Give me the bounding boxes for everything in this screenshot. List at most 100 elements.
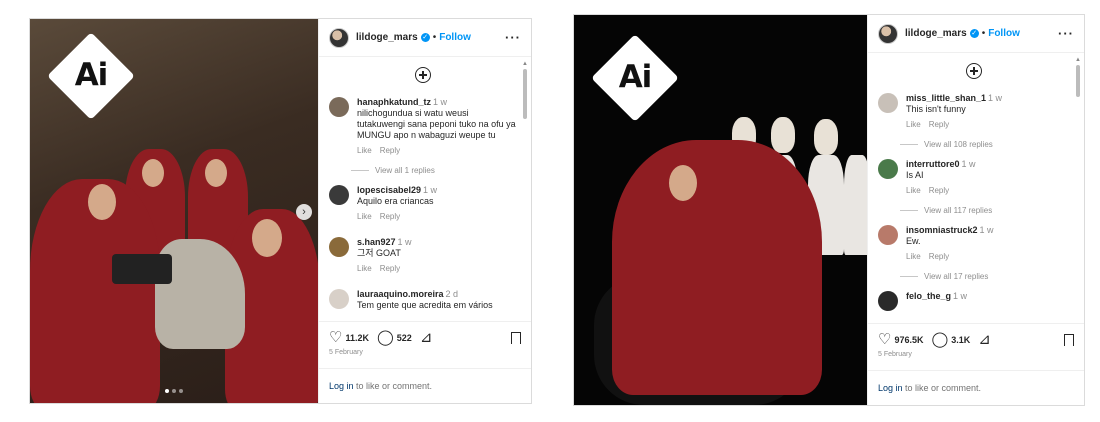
view-replies-button[interactable]: View all 1 replies <box>351 166 517 175</box>
view-replies-button[interactable]: View all 117 replies <box>900 206 1070 215</box>
like-comment-button[interactable]: Like <box>906 252 921 261</box>
comment-time: 1 w <box>961 159 976 169</box>
comment-text: Tem gente que acredita em vários <box>357 300 493 310</box>
next-image-button[interactable]: › <box>296 204 312 220</box>
share-icon[interactable]: ⊿ <box>978 332 991 347</box>
comment-time: 1 w <box>979 225 994 235</box>
reply-button[interactable]: Reply <box>929 252 949 261</box>
login-link[interactable]: Log in <box>329 381 354 391</box>
comment-item: felo_the_g 1 w <box>878 291 1070 311</box>
separator-dot: • <box>432 32 437 43</box>
like-comment-button[interactable]: Like <box>357 146 372 155</box>
comment-text: Is AI <box>906 170 924 180</box>
post-footer: ♡ 11.2K ◯ 522 ⊿ 5 February Log in to lik… <box>319 321 531 403</box>
comment-username[interactable]: insomniastruck2 <box>906 225 978 235</box>
comment-avatar[interactable] <box>329 289 349 309</box>
comment-text: This isn't funny <box>906 104 966 114</box>
scroll-thumb[interactable] <box>1076 65 1080 97</box>
like-count: 976.5K <box>894 334 924 345</box>
view-replies-button[interactable]: View all 17 replies <box>900 272 1070 281</box>
comment-avatar[interactable] <box>878 291 898 311</box>
like-count: 11.2K <box>345 332 369 343</box>
like-comment-button[interactable]: Like <box>906 120 921 129</box>
avatar[interactable] <box>329 27 349 48</box>
scroll-thumb[interactable] <box>523 69 527 119</box>
ai-label: Ai <box>618 59 653 95</box>
add-comment-icon[interactable] <box>966 63 982 79</box>
separator-dot: • <box>981 28 986 39</box>
scrollbar[interactable]: ▲ <box>522 61 528 317</box>
more-options-icon[interactable]: ··· <box>505 30 521 45</box>
comment-avatar[interactable] <box>878 225 898 245</box>
comment-username[interactable]: miss_little_shan_1 <box>906 93 986 103</box>
face <box>252 219 282 257</box>
comment-count: 522 <box>396 332 412 343</box>
comment-text: Aquilo era criancas <box>357 196 434 206</box>
comment-item: lauraaquino.moreira 2 d Tem gente que acr… <box>329 289 517 311</box>
comment-count: 3.1K <box>951 334 971 345</box>
comment-time: 2 d <box>445 289 459 299</box>
comment-avatar[interactable] <box>878 93 898 113</box>
ai-label: Ai <box>74 57 109 93</box>
post-header: lildoge_mars ✓ • Follow ··· <box>868 15 1084 53</box>
like-comment-button[interactable]: Like <box>357 212 372 221</box>
scroll-up-icon[interactable]: ▲ <box>1075 57 1081 63</box>
post-card-right: Ai lildoge_mars ✓ • Follow ··· miss_litt… <box>573 14 1085 406</box>
comment-icon[interactable]: ◯ <box>377 330 394 345</box>
comment-username[interactable]: felo_the_g <box>906 291 951 301</box>
heart-icon[interactable]: ♡ <box>329 330 342 345</box>
comment-avatar[interactable] <box>329 237 349 257</box>
face <box>669 165 697 201</box>
comment-avatar[interactable] <box>329 185 349 205</box>
goat-mask <box>814 119 838 155</box>
scrollbar[interactable]: ▲ <box>1075 57 1081 319</box>
comment-username[interactable]: s.han927 <box>357 237 396 247</box>
comment-item: miss_little_shan_1 1 w This isn't funny L… <box>878 93 1070 129</box>
comment-avatar[interactable] <box>329 97 349 117</box>
add-comment-icon[interactable] <box>415 67 431 83</box>
comment-icon[interactable]: ◯ <box>931 332 948 347</box>
comment-username[interactable]: lauraaquino.moreira <box>357 289 444 299</box>
reply-button[interactable]: Reply <box>929 120 949 129</box>
scroll-up-icon[interactable]: ▲ <box>522 61 528 67</box>
post-image[interactable]: Ai <box>574 15 867 405</box>
face <box>205 159 227 187</box>
like-comment-button[interactable]: Like <box>906 186 921 195</box>
bookmark-icon[interactable] <box>1063 333 1074 349</box>
comment-text: Ew. <box>906 236 921 246</box>
post-image[interactable]: Ai › <box>30 19 318 403</box>
comment-item: s.han927 1 w 그저 GOAT Like Reply <box>329 237 517 273</box>
follow-button[interactable]: Follow <box>988 28 1020 39</box>
reply-button[interactable]: Reply <box>380 264 400 273</box>
face <box>88 184 116 220</box>
comment-username[interactable]: interruttore0 <box>906 159 960 169</box>
comment-item: hanaphkatund_tz 1 w nilichogundua si watu… <box>329 97 517 155</box>
comments-list[interactable]: miss_little_shan_1 1 w This isn't funny L… <box>868 53 1084 323</box>
more-options-icon[interactable]: ··· <box>1058 26 1074 41</box>
avatar[interactable] <box>878 23 898 44</box>
view-replies-button[interactable]: View all 108 replies <box>900 140 1070 149</box>
login-prompt: Log in to like or comment. <box>868 370 1084 405</box>
post-date: 5 February <box>329 349 363 356</box>
comment-username[interactable]: lopescisabel29 <box>357 185 421 195</box>
comments-list[interactable]: hanaphkatund_tz 1 w nilichogundua si watu… <box>319 57 531 321</box>
share-icon[interactable]: ⊿ <box>420 330 433 345</box>
username[interactable]: lildoge_mars <box>356 32 418 43</box>
reply-button[interactable]: Reply <box>929 186 949 195</box>
comment-username[interactable]: hanaphkatund_tz <box>357 97 431 107</box>
reply-button[interactable]: Reply <box>380 212 400 221</box>
carousel-dots <box>165 389 183 393</box>
follow-button[interactable]: Follow <box>439 32 471 43</box>
like-comment-button[interactable]: Like <box>357 264 372 273</box>
reply-button[interactable]: Reply <box>380 146 400 155</box>
comment-text: nilichogundua si watu weusi tutakuwengi … <box>357 108 516 140</box>
username[interactable]: lildoge_mars <box>905 28 967 39</box>
post-card-left: Ai › lildoge_mars ✓ • Follow ··· hanaphk… <box>29 18 532 404</box>
comment-time: 1 w <box>953 291 968 301</box>
heart-icon[interactable]: ♡ <box>878 332 891 347</box>
login-link[interactable]: Log in <box>878 383 903 393</box>
comment-time: 1 w <box>423 185 438 195</box>
post-footer: ♡ 976.5K ◯ 3.1K ⊿ 5 February Log in to l… <box>868 323 1084 405</box>
comment-avatar[interactable] <box>878 159 898 179</box>
bookmark-icon[interactable] <box>510 331 521 347</box>
